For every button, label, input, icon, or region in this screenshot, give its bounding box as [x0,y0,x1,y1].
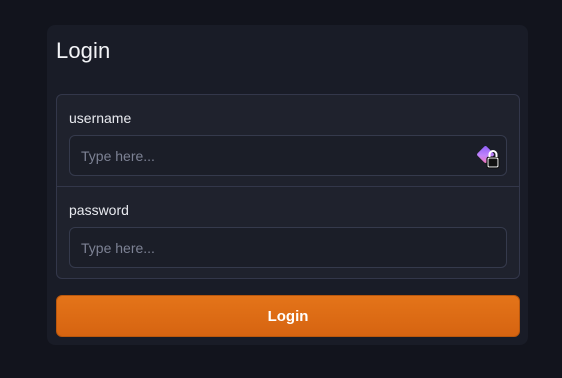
password-field-group: password [57,187,519,279]
password-label: password [69,202,129,218]
login-card: Login username Type here... password Log… [47,25,528,345]
username-label: username [69,110,132,126]
username-input[interactable] [69,135,507,176]
password-input[interactable] [69,227,507,268]
login-form: username Type here... password [56,94,520,279]
page-title: Login [56,38,111,63]
password-manager-lock-icon[interactable] [476,145,502,171]
login-button[interactable]: Login [56,295,520,337]
username-field-group: username [57,95,519,187]
